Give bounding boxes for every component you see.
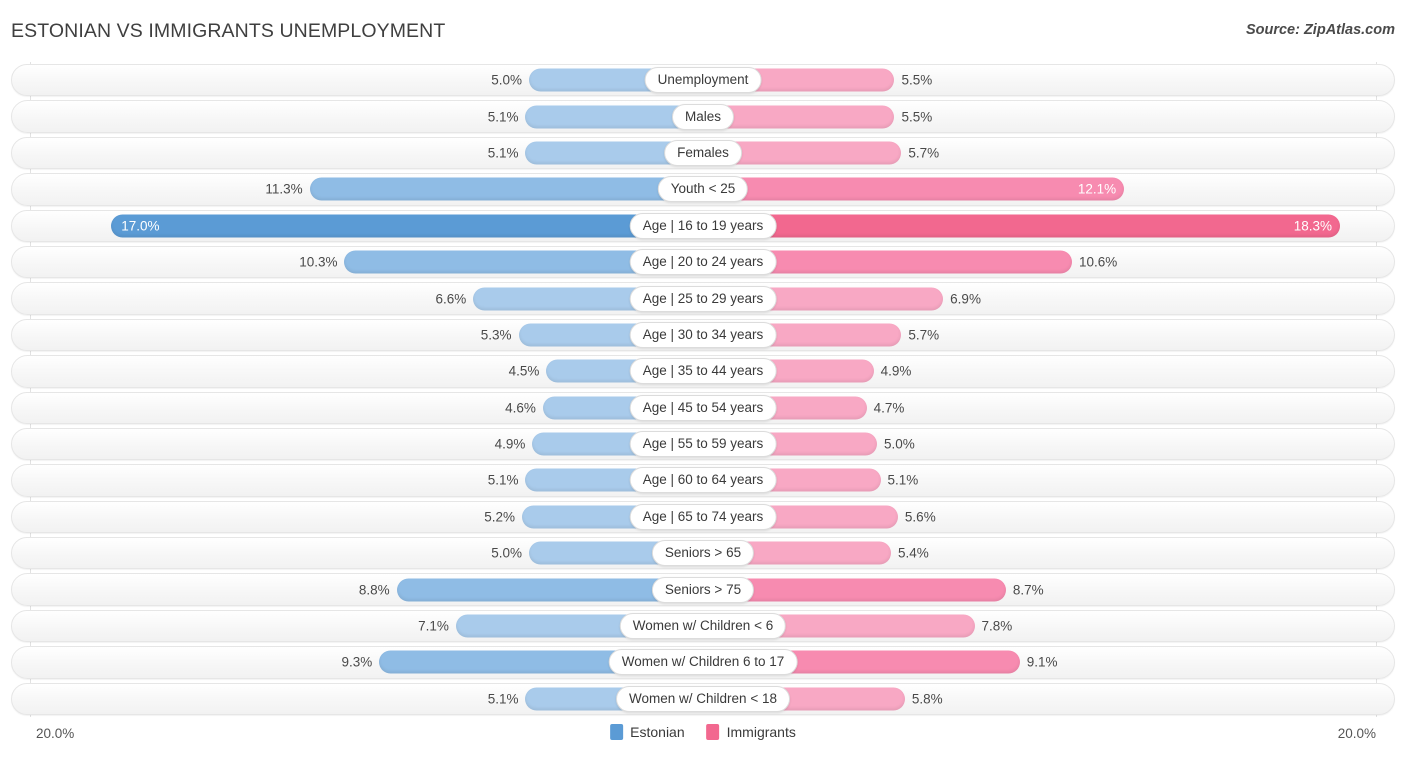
category-label-pill: Age | 20 to 24 years [629,249,777,276]
source-attribution: Source: ZipAtlas.com [1245,22,1395,38]
value-label-immigrants: 5.8% [911,691,943,707]
chart-footer: 20.0% Estonian Immigrants 20.0% [0,717,1406,757]
chart-row: 5.1% 5.1% Age | 60 to 64 years [0,462,1406,498]
value-label-immigrants: 5.0% [884,436,915,452]
value-label-immigrants: 5.7% [908,145,940,161]
value-label-immigrants: 5.7% [908,327,940,343]
bar-immigrants [703,214,1340,238]
bar-estonian [111,214,703,238]
chart-row: 4.6% 4.7% Age | 45 to 54 years [0,390,1406,426]
category-label-pill: Women w/ Children < 6 [619,613,787,640]
category-label-pill: Age | 60 to 64 years [629,467,777,494]
page-title: ESTONIAN VS IMMIGRANTS UNEMPLOYMENT [11,20,446,42]
category-label-pill: Youth < 25 [657,176,749,203]
category-label-pill: Age | 30 to 34 years [629,321,777,348]
legend-item-immigrants[interactable]: Immigrants [706,724,796,740]
value-label-immigrants: 8.7% [1012,582,1044,598]
legend-label-immigrants: Immigrants [726,724,796,740]
axis-label-left: 20.0% [36,726,75,741]
value-label-estonian: 11.3% [265,181,303,197]
category-label-pill: Women w/ Children 6 to 17 [608,649,798,676]
chart-row: 5.0% 5.4% Seniors > 65 [0,535,1406,571]
legend-label-estonian: Estonian [630,724,685,740]
category-label-pill: Age | 35 to 44 years [629,358,777,385]
chart-row: 5.2% 5.6% Age | 65 to 74 years [0,499,1406,535]
axis-label-right: 20.0% [1337,726,1376,741]
value-label-estonian: 17.0% [121,218,160,234]
chart-row: 10.3% 10.6% Age | 20 to 24 years [0,244,1406,280]
value-label-immigrants: 4.9% [880,363,912,379]
value-label-estonian: 4.5% [508,363,540,379]
legend-swatch-estonian [610,724,624,740]
chart-row: 5.0% 5.5% Unemployment [0,62,1406,98]
value-label-immigrants: 7.8% [981,618,1013,634]
value-label-estonian: 5.0% [491,545,522,561]
value-label-estonian: 5.1% [487,109,519,125]
value-label-estonian: 5.1% [487,145,519,161]
value-label-immigrants: 5.1% [887,472,919,488]
value-label-estonian: 5.1% [487,472,519,488]
category-label-pill: Age | 55 to 59 years [629,431,777,458]
value-label-estonian: 6.6% [435,291,467,307]
chart-legend: Estonian Immigrants [610,724,796,740]
value-label-immigrants: 18.3% [1293,218,1332,234]
value-label-estonian: 5.0% [491,72,522,88]
chart-row: 6.6% 6.9% Age | 25 to 29 years [0,280,1406,316]
chart-plot-area: 5.0% 5.5% Unemployment 5.1% 5.5% Males 5.1% 5.7… [0,62,1406,717]
chart-row: 11.3% 12.1% Youth < 25 [0,171,1406,207]
value-label-estonian: 4.6% [505,400,536,416]
category-label-pill: Males [671,103,735,130]
value-label-immigrants: 5.4% [897,545,929,561]
value-label-immigrants: 5.5% [901,72,933,88]
value-label-estonian: 4.9% [494,436,526,452]
category-label-pill: Age | 16 to 19 years [629,212,777,239]
category-label-pill: Seniors > 75 [651,576,755,603]
value-label-immigrants: 5.5% [901,109,933,125]
value-label-estonian: 5.1% [487,691,519,707]
chart-row: 4.5% 4.9% Age | 35 to 44 years [0,353,1406,389]
value-label-immigrants: 4.7% [873,400,905,416]
value-label-estonian: 5.2% [484,509,515,525]
value-label-immigrants: 9.1% [1026,654,1058,670]
value-label-estonian: 10.3% [299,254,338,270]
chart-row: 5.1% 5.5% Males [0,98,1406,134]
chart-row: 7.1% 7.8% Women w/ Children < 6 [0,608,1406,644]
legend-item-estonian[interactable]: Estonian [610,724,685,740]
category-label-pill: Seniors > 65 [651,540,755,567]
legend-swatch-immigrants [706,724,720,740]
value-label-estonian: 7.1% [418,618,449,634]
value-label-estonian: 8.8% [358,582,390,598]
value-label-estonian: 5.3% [480,327,512,343]
chart-row: 8.8% 8.7% Seniors > 75 [0,571,1406,607]
value-label-immigrants: 5.6% [904,509,936,525]
chart-row: 5.3% 5.7% Age | 30 to 34 years [0,317,1406,353]
chart-row: 5.1% 5.8% Women w/ Children < 18 [0,681,1406,717]
chart-row: 9.3% 9.1% Women w/ Children 6 to 17 [0,644,1406,680]
chart-row: 4.9% 5.0% Age | 55 to 59 years [0,426,1406,462]
bar-immigrants [703,177,1125,201]
category-label-pill: Females [664,139,742,166]
category-label-pill: Age | 25 to 29 years [629,285,777,312]
value-label-estonian: 9.3% [341,654,373,670]
value-label-immigrants: 6.9% [950,291,981,307]
value-label-immigrants: 12.1% [1077,181,1117,197]
chart-header: ESTONIAN VS IMMIGRANTS UNEMPLOYMENT Sour… [0,0,1406,60]
category-label-pill: Unemployment [644,67,762,94]
chart-rows: 5.0% 5.5% Unemployment 5.1% 5.5% Males 5.1% 5.7… [0,62,1406,717]
category-label-pill: Age | 65 to 74 years [629,503,777,530]
chart-row: 5.1% 5.7% Females [0,135,1406,171]
value-label-immigrants: 10.6% [1078,254,1118,270]
category-label-pill: Age | 45 to 54 years [629,394,777,421]
bar-estonian [309,177,703,201]
category-label-pill: Women w/ Children < 18 [616,685,790,712]
chart-row: 17.0% 18.3% Age | 16 to 19 years [0,208,1406,244]
